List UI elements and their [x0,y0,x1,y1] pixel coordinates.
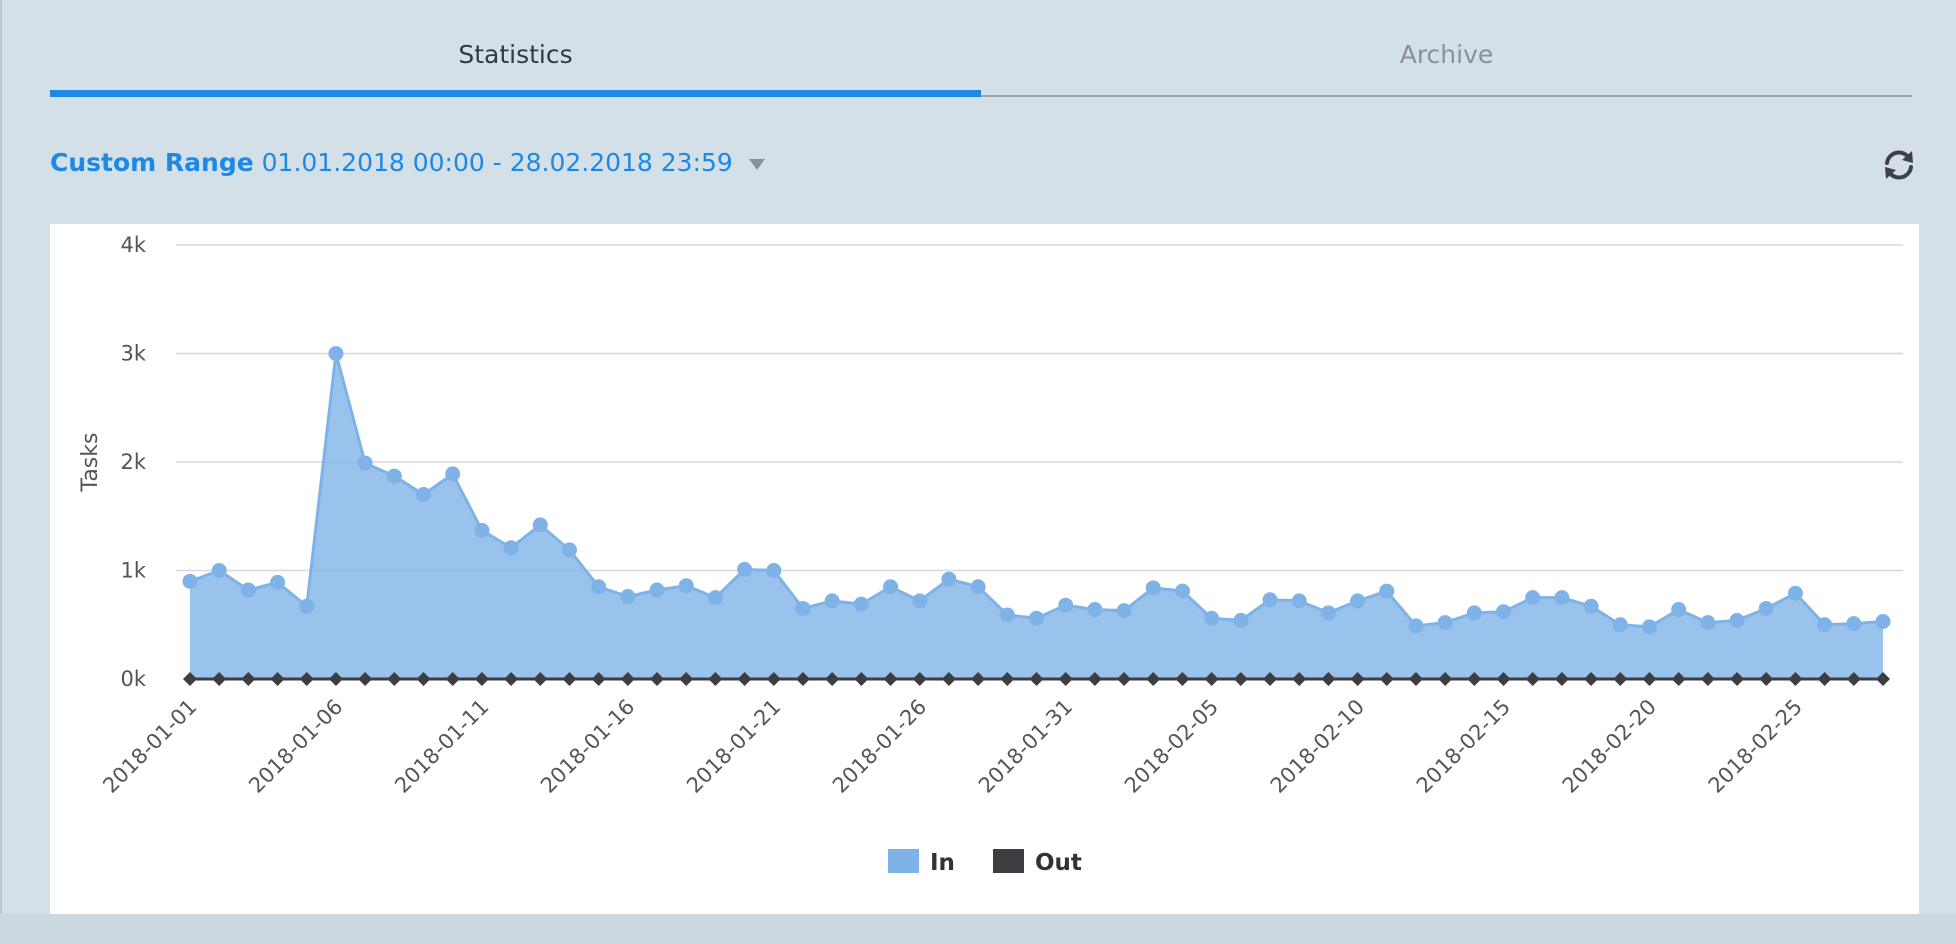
in-data-point [1350,593,1366,609]
in-data-point [1145,580,1161,596]
in-data-point [240,582,256,598]
y-tick-label: 4k [120,233,146,257]
chart-card: 0k 1k 2k 3k 4k Tasks 2018-01-01 2018-01-06 2018-… [50,224,1919,914]
in-data-point [766,563,782,578]
y-axis-title: Tasks [78,433,103,493]
in-data-point [1408,618,1424,634]
in-data-point [1612,617,1628,633]
x-tick-label: 2018-01-06 [244,695,347,798]
x-tick-label: 2018-01-16 [536,695,639,798]
in-data-point [1291,593,1307,609]
in-data-point [1262,592,1278,608]
in-data-point [503,540,519,556]
y-tick-label: 1k [120,559,146,583]
legend-label-out: Out [1035,850,1082,876]
in-data-point [328,346,344,361]
date-range-label: Custom Range [50,148,254,177]
tab-archive-label: Archive [1399,40,1494,69]
in-data-point [1525,590,1541,606]
in-data-point [1116,603,1132,619]
in-data-point [970,579,986,595]
x-tick-label: 2018-01-31 [974,695,1077,798]
x-tick-label: 2018-01-21 [682,695,785,798]
y-tick-label: 0k [120,667,146,691]
in-data-point [270,574,286,590]
in-data-point [649,582,665,598]
in-data-point [795,600,811,616]
date-range-value: 01.01.2018 00:00 - 28.02.2018 23:59 [261,148,733,177]
in-data-point [1583,598,1599,614]
in-data-point [1379,583,1395,599]
in-data-point [416,487,432,503]
in-data-point [182,573,198,589]
x-tick-label: 2018-02-15 [1412,695,1515,798]
in-data-point [1846,616,1862,632]
in-data-point [1729,612,1745,628]
in-data-point [1787,585,1803,601]
in-data-point [912,593,928,609]
in-data-point [1496,604,1512,620]
y-tick-label: 3k [120,342,146,366]
tab-archive[interactable]: Archive [981,0,1912,97]
tab-statistics-label: Statistics [458,40,573,69]
in-data-point [299,598,315,614]
in-data-point [474,522,490,538]
x-tick-label: 2018-02-05 [1120,695,1223,798]
caret-down-icon [748,158,765,170]
refresh-icon [1885,150,1913,180]
in-data-point [1641,619,1657,635]
in-data-point [357,455,373,471]
x-tick-label: 2018-02-20 [1558,695,1661,798]
in-data-point [999,607,1015,623]
refresh-button[interactable] [1878,144,1920,186]
window-edge [0,0,2,944]
in-data-point [532,517,548,533]
in-data-point [211,563,227,578]
in-data-point [1875,613,1891,629]
in-data-point [1466,605,1482,621]
in-data-point [620,589,636,605]
in-data-point [1087,602,1103,618]
x-tick-label: 2018-02-25 [1704,695,1807,798]
in-data-point [1700,615,1716,631]
x-tick-label: 2018-01-01 [98,695,201,798]
legend-swatch-out [993,849,1024,873]
legend-swatch-in [888,849,919,873]
in-data-point [386,468,402,484]
in-data-point [591,579,607,595]
in-data-point [1204,610,1220,626]
in-data-point [1320,605,1336,621]
in-data-point [707,590,723,606]
tasks-chart: 0k 1k 2k 3k 4k Tasks 2018-01-01 2018-01-06 2018-… [78,233,1903,876]
in-data-point [883,579,899,595]
x-tick-label: 2018-01-26 [828,695,931,798]
tab-bar: Statistics Archive [50,0,1912,97]
in-data-point [561,542,577,558]
tab-active-indicator [50,90,981,97]
in-data-point [1817,617,1833,633]
in-data-point [1174,583,1190,599]
in-data-point [1233,612,1249,628]
tab-statistics[interactable]: Statistics [50,0,981,97]
in-data-point [445,466,461,482]
date-range-selector[interactable]: Custom Range 01.01.2018 00:00 - 28.02.20… [50,148,765,177]
in-data-point [1554,590,1570,606]
in-data-point [678,578,694,594]
in-data-point [1437,615,1453,631]
in-data-point [1671,602,1687,618]
x-tick-label: 2018-02-10 [1266,695,1369,798]
page-footer-shade [0,914,1956,944]
in-data-point [853,596,869,612]
in-data-point [1758,600,1774,616]
in-data-point [1058,597,1074,613]
in-series-area [190,353,1883,679]
in-data-point [941,571,957,587]
y-tick-label: 2k [120,450,146,474]
in-data-point [824,593,840,609]
legend-label-in: In [930,850,955,876]
x-tick-label: 2018-01-11 [390,695,493,798]
in-data-point [1029,610,1044,626]
in-data-point [737,561,753,577]
